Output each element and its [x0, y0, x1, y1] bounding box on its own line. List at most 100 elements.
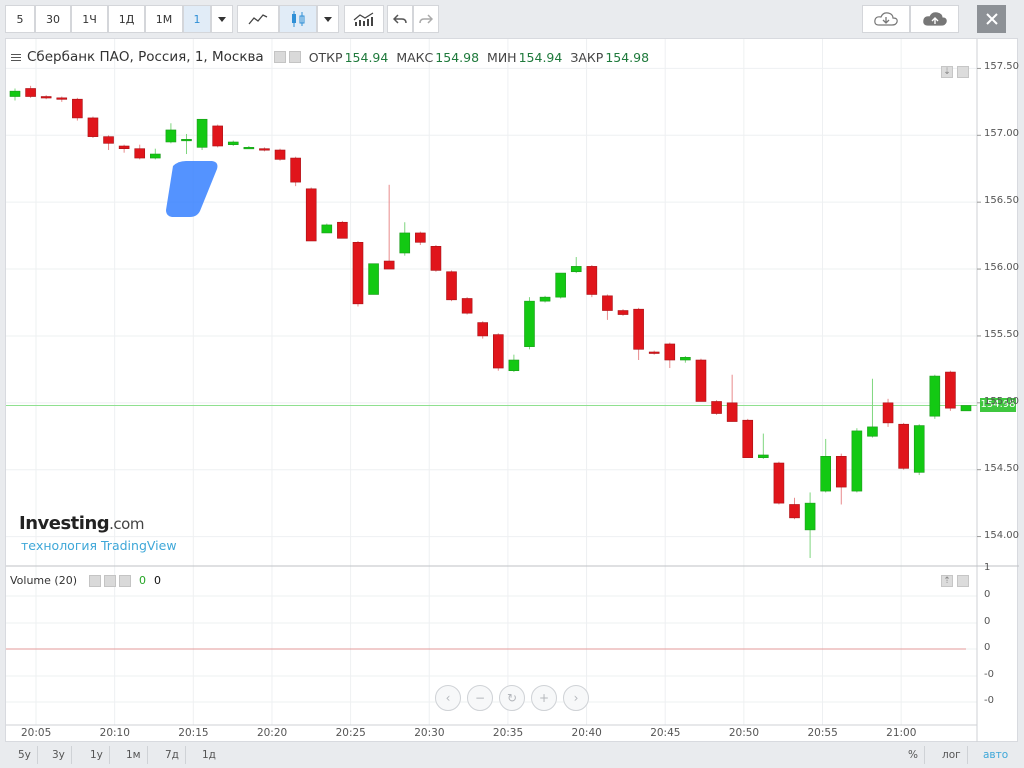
- price-axis-label: 156.50: [984, 195, 1019, 207]
- tradingview-credit[interactable]: технология TradingView: [21, 538, 177, 553]
- price-axis-label: 155.50: [984, 328, 1019, 340]
- candle-up: [758, 454, 769, 458]
- chart-app: 5 30 1Ч 1Д 1М 1 Сбербанк ПАО, Россия, 1,…: [0, 0, 1024, 768]
- range-3y-button[interactable]: 3у: [46, 746, 72, 764]
- time-axis-label: 20:45: [650, 727, 681, 739]
- range-7d-button[interactable]: 7д: [159, 746, 186, 764]
- range-1y-button[interactable]: 1у: [84, 746, 110, 764]
- chevron-down-icon: [324, 16, 332, 22]
- redo-button[interactable]: [413, 5, 439, 33]
- candle-up: [570, 266, 582, 273]
- volume-value-1: 0: [139, 574, 146, 587]
- range-5y-button[interactable]: 5у: [12, 746, 38, 764]
- range-1m-button[interactable]: 1м: [120, 746, 148, 764]
- interval-dropdown-arrow[interactable]: [211, 5, 233, 33]
- candle-down: [602, 295, 613, 311]
- candle-up: [913, 425, 925, 473]
- candle-down: [337, 221, 348, 239]
- zoom-out-button[interactable]: −: [467, 685, 493, 711]
- scroll-right-button[interactable]: ›: [563, 685, 589, 711]
- candle-up: [243, 147, 255, 150]
- volume-remove-icon[interactable]: [119, 574, 131, 587]
- save-chart-button[interactable]: [910, 5, 959, 33]
- interval-1d-button[interactable]: 1Д: [108, 5, 145, 33]
- candle-up: [508, 359, 520, 372]
- settings-icon[interactable]: [288, 51, 301, 63]
- candle-chart-type-button[interactable]: [279, 5, 317, 33]
- candle-down: [586, 266, 598, 295]
- candle-down: [789, 504, 800, 519]
- candle-up: [929, 375, 941, 417]
- axis-ticks: [977, 67, 981, 538]
- cloud-download-icon: [874, 12, 898, 26]
- chart-type-dropdown-arrow[interactable]: [317, 5, 339, 33]
- range-1d-button[interactable]: 1д: [196, 746, 222, 764]
- chevron-left-icon: ‹: [445, 691, 451, 705]
- candle-up: [555, 272, 566, 298]
- open-label: ОТКР: [308, 49, 343, 65]
- candle-up: [851, 430, 863, 492]
- time-axis-label: 20:55: [807, 727, 838, 739]
- candle-down: [290, 157, 301, 183]
- candle-down: [352, 242, 364, 305]
- interval-1h-button[interactable]: 1Ч: [71, 5, 108, 33]
- indicators-button[interactable]: [344, 5, 384, 33]
- undo-icon: [393, 14, 407, 24]
- candle-up: [399, 232, 411, 254]
- time-axis-label: 20:10: [99, 727, 130, 739]
- candle-down: [945, 371, 956, 409]
- scroll-left-button[interactable]: ‹: [435, 685, 461, 711]
- highlight-marker: [166, 161, 218, 217]
- low-label: МИН: [487, 49, 517, 65]
- interval-30-button[interactable]: 30: [35, 5, 71, 33]
- visibility-icon[interactable]: [273, 51, 286, 63]
- log-scale-button[interactable]: лог: [936, 746, 968, 764]
- legend-menu-handle[interactable]: [11, 53, 21, 61]
- pane-maximize-icon[interactable]: [957, 66, 969, 78]
- volume-pane-maximize-icon[interactable]: [957, 575, 969, 587]
- candle-up: [867, 426, 878, 437]
- volume-axis-label: 0: [984, 589, 991, 600]
- candle-up: [181, 139, 192, 142]
- grid-lines: [6, 39, 977, 725]
- auto-scale-button[interactable]: авто: [977, 746, 1014, 764]
- chart-canvas[interactable]: [6, 39, 1019, 743]
- candles-group: [9, 85, 972, 558]
- candle-down: [461, 298, 473, 314]
- candle-up: [196, 118, 208, 148]
- time-axis-label: 20:30: [414, 727, 445, 739]
- candle-down: [56, 97, 68, 100]
- refresh-icon: ↻: [506, 691, 518, 705]
- volume-visibility-icon[interactable]: [89, 574, 101, 587]
- pane-down-icon[interactable]: ⇣: [941, 66, 953, 78]
- time-axis-label: 20:50: [728, 727, 760, 739]
- zoom-in-button[interactable]: +: [531, 685, 557, 711]
- line-chart-type-button[interactable]: [237, 5, 279, 33]
- candle-up: [539, 296, 551, 302]
- open-value: 154.94: [344, 49, 389, 65]
- plus-icon: +: [538, 691, 550, 705]
- interval-5-button[interactable]: 5: [5, 5, 35, 33]
- candle-up: [804, 502, 816, 531]
- interval-1m-button[interactable]: 1М: [145, 5, 183, 33]
- indicators-icon: [353, 12, 374, 26]
- volume-value-2: 0: [154, 574, 161, 587]
- candle-down: [383, 260, 395, 270]
- interval-selected-dropdown[interactable]: 1: [183, 5, 211, 33]
- volume-label: Volume (20): [10, 574, 77, 587]
- price-axis-label: 156.00: [984, 262, 1019, 274]
- volume-pane-up-icon[interactable]: ⇡: [941, 575, 953, 587]
- time-axis-label: 20:15: [178, 727, 209, 739]
- candle-down: [212, 125, 223, 147]
- undo-button[interactable]: [387, 5, 413, 33]
- close-button[interactable]: [977, 5, 1006, 33]
- close-label: ЗАКР: [570, 49, 604, 65]
- high-value: 154.98: [435, 49, 480, 65]
- volume-settings-icon[interactable]: [104, 574, 116, 587]
- symbol-name: Сбербанк ПАО, Россия, 1, Москва: [27, 49, 264, 65]
- reset-chart-button[interactable]: ↻: [499, 685, 525, 711]
- chart-panel[interactable]: Сбербанк ПАО, Россия, 1, Москва ОТКР 154.…: [5, 38, 1019, 743]
- percent-scale-button[interactable]: %: [902, 746, 925, 764]
- candle-down: [726, 402, 738, 422]
- load-chart-button[interactable]: [862, 5, 910, 33]
